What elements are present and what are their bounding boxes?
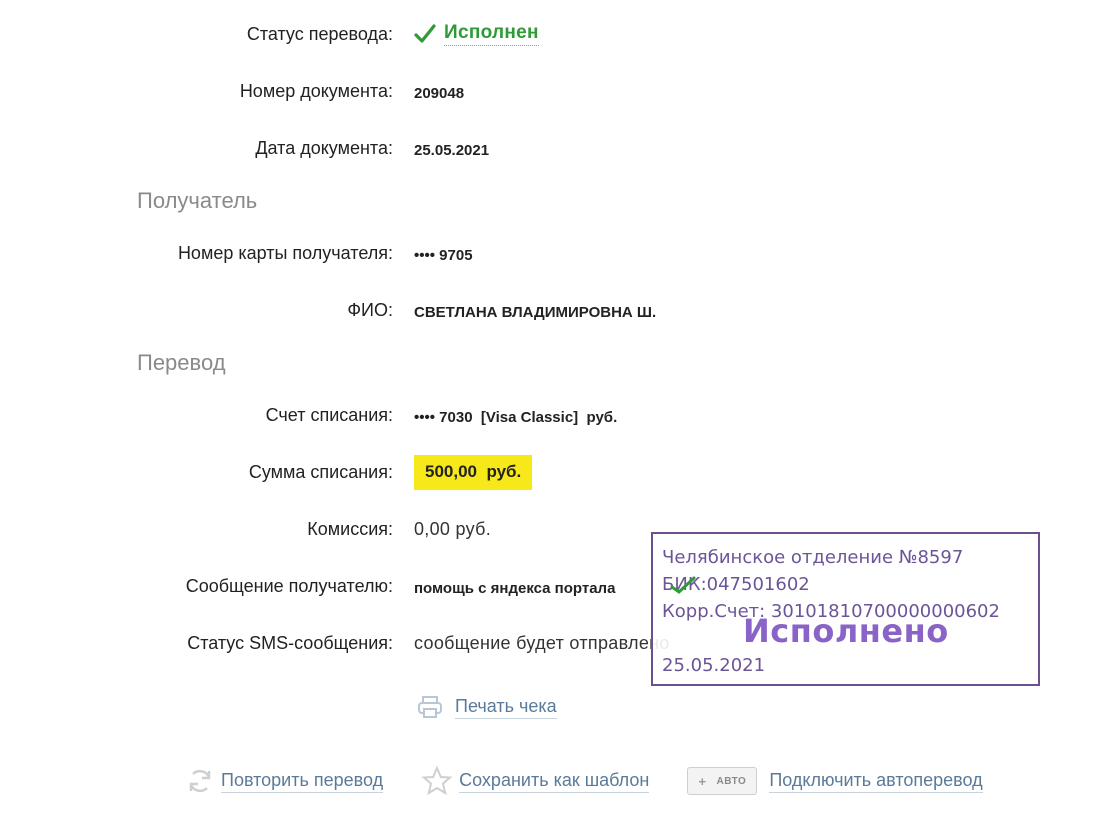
auto-badge: + АВТО xyxy=(687,767,758,795)
message-value: помощь с яндекса портала xyxy=(414,580,616,597)
action-bar: Повторить перевод Сохранить как шаблон +… xyxy=(185,765,1021,797)
save-template-label[interactable]: Сохранить как шаблон xyxy=(459,770,650,793)
account-value: •••• 7030 [Visa Classic] руб. xyxy=(414,409,618,426)
doc-date-value: 25.05.2021 xyxy=(414,142,490,159)
card-label: Номер карты получателя: xyxy=(177,243,393,263)
stamp-date: 25.05.2021 xyxy=(662,655,766,676)
repeat-transfer-button[interactable]: Повторить перевод xyxy=(185,766,384,796)
account-label: Счет списания: xyxy=(265,405,393,425)
doc-number-label: Номер документа: xyxy=(239,81,393,101)
stamp-bank: Челябинское отделение №8597 xyxy=(662,547,964,568)
bank-stamp: Челябинское отделение №8597 БИК:04750160… xyxy=(651,532,1040,686)
sms-label: Статус SMS-сообщения: xyxy=(187,633,393,653)
refresh-icon xyxy=(189,769,211,793)
star-icon xyxy=(421,765,453,796)
auto-transfer-button[interactable]: + АВТО Подключить автоперевод xyxy=(687,767,983,795)
doc-number-value: 209048 xyxy=(414,85,465,102)
status-text: Исполнен xyxy=(444,22,539,46)
stamp-bik: БИК:047501602 xyxy=(662,574,810,595)
stamp-check-icon xyxy=(670,576,696,594)
auto-transfer-label[interactable]: Подключить автоперевод xyxy=(769,770,983,793)
auto-badge-text: АВТО xyxy=(716,775,747,787)
doc-date-label: Дата документа: xyxy=(255,138,393,158)
transfer-section-title: Перевод xyxy=(137,350,226,375)
print-receipt-label[interactable]: Печать чека xyxy=(455,696,557,719)
status-label: Статус перевода: xyxy=(246,24,393,44)
recipient-section-title: Получатель xyxy=(137,188,258,213)
amount-value: 500,00 руб. xyxy=(414,455,533,490)
status-value: Исполнен xyxy=(414,22,539,46)
sms-value: сообщение будет отправлено xyxy=(414,633,670,653)
checkmark-icon xyxy=(414,24,436,43)
name-value: СВЕТЛАНА ВЛАДИМИРОВНА Ш. xyxy=(414,304,657,321)
print-receipt-link[interactable]: Печать чека xyxy=(417,695,557,719)
plus-icon: + xyxy=(698,773,707,789)
repeat-transfer-label[interactable]: Повторить перевод xyxy=(221,770,384,793)
message-label: Сообщение получателю: xyxy=(185,576,393,596)
stamp-done: Исполнено xyxy=(743,612,949,650)
fee-label: Комиссия: xyxy=(307,519,393,539)
fee-value: 0,00 руб. xyxy=(414,519,492,539)
printer-icon xyxy=(418,696,442,718)
card-value: •••• 9705 xyxy=(414,247,473,264)
amount-label: Сумма списания: xyxy=(248,462,393,482)
save-template-button[interactable]: Сохранить как шаблон xyxy=(421,765,650,797)
name-label: ФИО: xyxy=(347,300,393,320)
